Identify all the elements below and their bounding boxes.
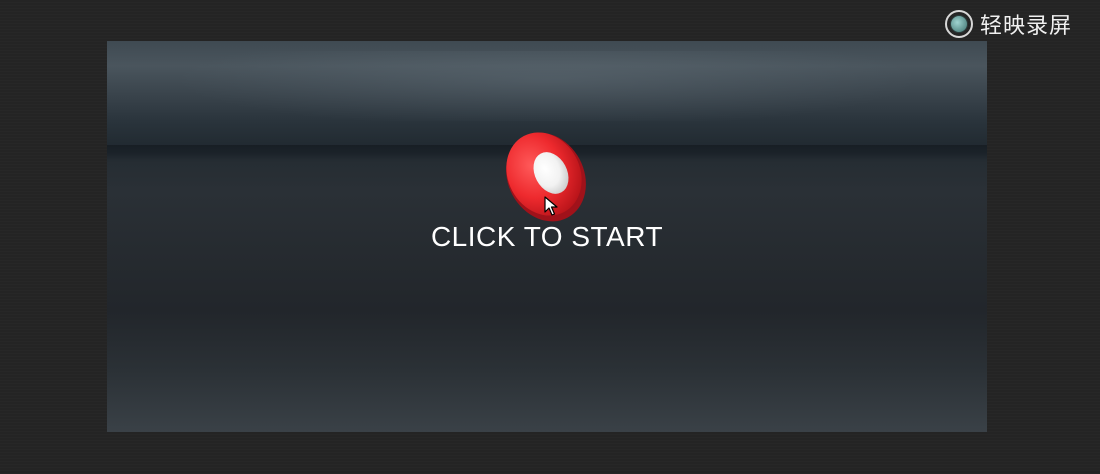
- recorder-watermark: 轻映录屏: [944, 8, 1072, 40]
- click-to-start-label[interactable]: CLICK TO START: [107, 221, 987, 253]
- screen-recording-frame: 轻映录屏 CLICK TO START: [0, 0, 1100, 474]
- game-viewport[interactable]: CLICK TO START: [107, 41, 987, 432]
- start-button[interactable]: [503, 131, 589, 223]
- record-icon: [944, 10, 973, 38]
- sky-haze: [107, 51, 987, 121]
- red-orb-icon: [506, 132, 586, 222]
- recorder-watermark-label: 轻映录屏: [979, 13, 1072, 38]
